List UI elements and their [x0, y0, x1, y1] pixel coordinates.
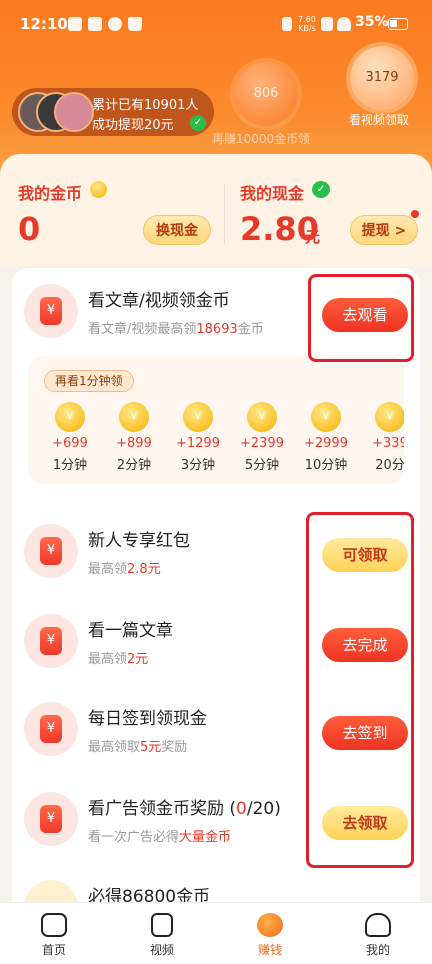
- coins-value: 0: [18, 210, 41, 248]
- red-envelope-icon: ¥: [24, 524, 78, 578]
- task-title: 每日签到领现金: [88, 709, 207, 729]
- minute-rewards-tag: 再看1分钟领: [44, 370, 134, 392]
- coin-bubble-right[interactable]: 3179: [350, 46, 414, 110]
- red-envelope-icon: ¥: [24, 614, 78, 668]
- task-subtitle: 看文章/视频最高领18693金币: [88, 322, 264, 337]
- minute-reward-item[interactable]: ¥ +2999 10分钟: [296, 402, 356, 473]
- coin-icon: ¥: [247, 402, 277, 432]
- home-icon: [41, 913, 67, 937]
- wechat-icon: ✓: [312, 181, 330, 198]
- coin-icon: ¥: [55, 402, 85, 432]
- task-title: 看文章/视频领金币: [88, 291, 230, 311]
- minute-reward-item[interactable]: ¥ +339 20分: [360, 402, 404, 473]
- bottom-tab-bar: 首页 视频 赚钱 我的: [0, 902, 432, 964]
- withdraw-button[interactable]: 提现 >: [350, 215, 418, 245]
- notification-icon: [88, 17, 102, 31]
- wechat-icon: ✓: [190, 115, 206, 131]
- wifi-icon: [337, 17, 351, 31]
- task-title: 看一篇文章: [88, 621, 173, 641]
- wallet-panel: 我的金币 0 换现金 我的现金 ✓ 2.80 元 提现 >: [0, 154, 432, 266]
- tab-me[interactable]: 我的: [338, 903, 418, 964]
- tab-video[interactable]: 视频: [122, 903, 202, 964]
- divider: [224, 184, 225, 244]
- coin-bubble-left-caption: 再赚10000金币领: [212, 132, 311, 146]
- battery-percent: 35%: [355, 14, 389, 30]
- coin-icon: ¥: [375, 402, 404, 432]
- minute-reward-item[interactable]: ¥ +899 2分钟: [104, 402, 164, 473]
- earn-money-icon: [257, 913, 283, 937]
- coin-icon: [90, 181, 107, 198]
- red-envelope-icon: ¥: [24, 702, 78, 756]
- notification-icon: [68, 17, 82, 31]
- highlight-box: [308, 274, 414, 362]
- coin-bubble-left[interactable]: 806: [234, 62, 298, 126]
- task-subtitle: 最高领2.8元: [88, 562, 161, 577]
- coins-label: 我的金币: [18, 184, 83, 203]
- sim-icon: [321, 17, 333, 31]
- coin-icon: ¥: [119, 402, 149, 432]
- cash-unit: 元: [305, 228, 321, 246]
- net-speed: 7.60 KB/s: [298, 15, 316, 33]
- coin-icon: ¥: [311, 402, 341, 432]
- winners-amount: 成功提现20元: [92, 118, 174, 133]
- minute-rewards: 再看1分钟领 ¥ +699 1分钟 ¥ +899 2分钟 ¥ +1299 3分钟 ¥ +239…: [28, 356, 404, 484]
- exchange-button[interactable]: 换现金: [143, 215, 211, 245]
- notification-dot: [411, 210, 419, 218]
- clock: 12:10: [20, 15, 68, 33]
- vibrate-icon: [282, 17, 292, 31]
- task-title: 新人专享红包: [88, 531, 190, 551]
- status-bar: 12:10 7.60 KB/s 35%: [0, 0, 432, 48]
- task-subtitle: 看一次广告必得大量金币: [88, 830, 232, 845]
- tab-home[interactable]: 首页: [14, 903, 94, 964]
- task-title: 看广告领金币奖励 (0/20): [88, 799, 281, 819]
- task-subtitle: 最高领2元: [88, 652, 149, 667]
- winners-count: 累计已有10901人: [92, 98, 199, 113]
- crown-icon: [128, 17, 142, 31]
- minute-reward-item[interactable]: ¥ +699 1分钟: [40, 402, 100, 473]
- coin-icon: ¥: [183, 402, 213, 432]
- red-envelope-icon: ¥: [24, 792, 78, 846]
- tab-earn[interactable]: 赚钱: [230, 903, 310, 964]
- highlight-box: [306, 512, 414, 868]
- red-envelope-icon: ¥: [24, 284, 78, 338]
- notification-icon: [108, 17, 122, 31]
- video-icon: [151, 913, 173, 937]
- winners-banner[interactable]: 累计已有10901人 成功提现20元 ✓: [12, 88, 214, 136]
- minute-reward-item[interactable]: ¥ +2399 5分钟: [232, 402, 292, 473]
- task-subtitle: 最高领取5元奖励: [88, 740, 188, 755]
- profile-icon: [365, 913, 391, 937]
- cash-label: 我的现金: [240, 184, 305, 203]
- battery-icon: [388, 18, 408, 30]
- coin-bubble-right-caption: 看视频领取: [349, 113, 410, 127]
- minute-reward-item[interactable]: ¥ +1299 3分钟: [168, 402, 228, 473]
- avatar: [54, 92, 94, 132]
